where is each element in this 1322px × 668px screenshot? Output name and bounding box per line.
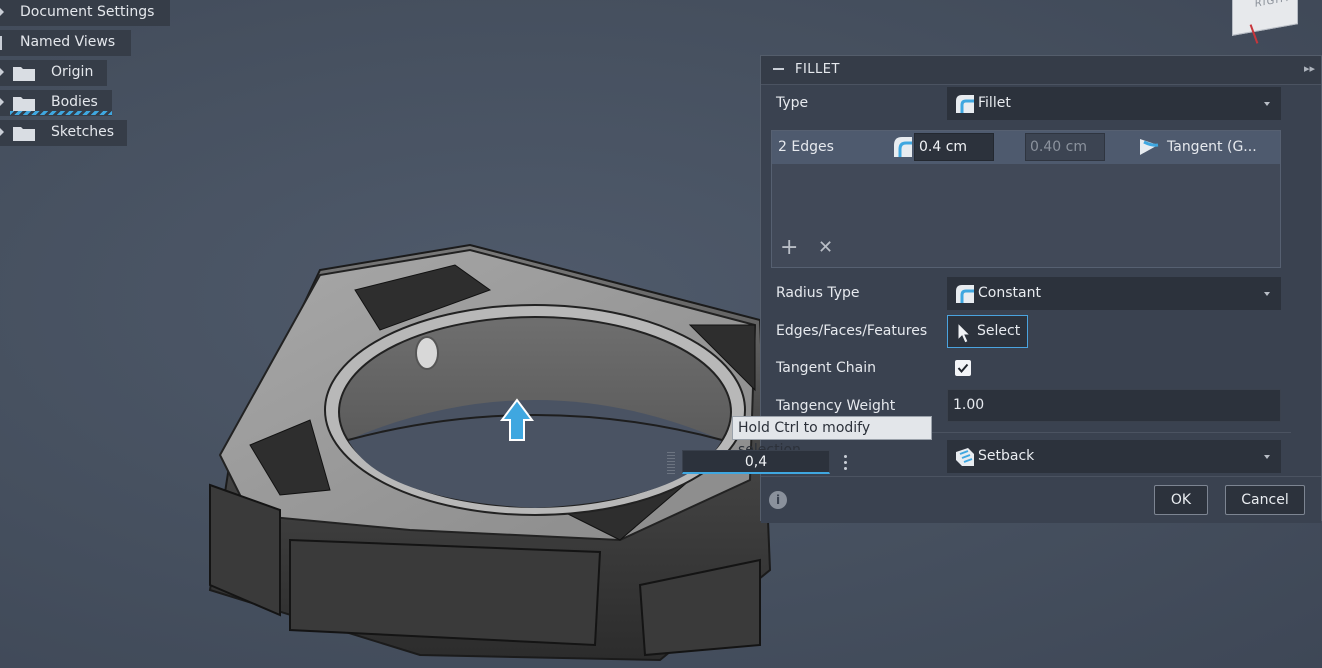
- browser-item-document-settings[interactable]: Document Settings: [0, 0, 170, 26]
- tangency-weight-value: 1.00: [953, 397, 985, 413]
- browser-item-label: Sketches: [51, 124, 115, 140]
- collapse-icon[interactable]: [773, 68, 784, 70]
- edge-set-label: 2 Edges: [778, 139, 834, 155]
- browser-item-named-views[interactable]: Named Views: [0, 30, 131, 56]
- warning-underline: [10, 111, 112, 115]
- add-icon[interactable]: +: [780, 237, 798, 259]
- heads-up-radius-input[interactable]: 0,4: [682, 450, 830, 474]
- edge-set-row[interactable]: 2 Edges 0.4 cm 0.40 cm Tangent (G...: [772, 131, 1280, 164]
- radius-secondary-input[interactable]: 0.40 cm: [1025, 133, 1105, 161]
- browser-item-label: Named Views: [20, 34, 116, 50]
- expand-panel-icon[interactable]: ▸▸: [1304, 62, 1315, 75]
- chevron-down-icon: [1264, 455, 1270, 459]
- checkmark-icon: [957, 363, 969, 374]
- browser-item-label: Bodies: [51, 94, 98, 110]
- expand-caret-icon[interactable]: [0, 98, 4, 106]
- edges-faces-label: Edges/Faces/Features: [776, 323, 928, 339]
- browser-item-bodies[interactable]: Bodies: [0, 90, 112, 116]
- type-dropdown[interactable]: Fillet: [947, 87, 1281, 120]
- select-label: Select: [977, 323, 1021, 339]
- radius-type-label: Radius Type: [776, 285, 860, 301]
- browser-item-origin[interactable]: Origin: [0, 60, 107, 86]
- expand-caret-icon[interactable]: [0, 68, 4, 76]
- fillet-dialog: FILLET ▸▸ Type Fillet 2 Edges 0.4 cm 0.4…: [760, 55, 1322, 523]
- select-button[interactable]: Select: [947, 315, 1028, 348]
- corner-type-value: Setback: [978, 448, 1035, 464]
- fillet-header[interactable]: FILLET ▸▸: [761, 56, 1321, 85]
- info-icon[interactable]: i: [769, 491, 787, 509]
- delete-icon[interactable]: ✕: [818, 237, 833, 259]
- browser-item-sketches[interactable]: Sketches: [0, 120, 127, 146]
- type-value: Fillet: [978, 95, 1011, 111]
- chevron-down-icon: [1264, 292, 1270, 296]
- dialog-footer: i OK Cancel: [761, 476, 1321, 523]
- fillet-radius-icon: [894, 137, 912, 157]
- viewcube-face-label: RIGHT: [1254, 0, 1291, 10]
- browser-item-label: Document Settings: [20, 4, 155, 20]
- continuity-value[interactable]: Tangent (G...: [1167, 139, 1257, 155]
- folder-icon: [13, 127, 35, 141]
- constant-radius-icon: [956, 285, 974, 303]
- dialog-title: FILLET: [795, 62, 840, 77]
- tangent-chain-label: Tangent Chain: [776, 360, 876, 376]
- folder-icon: [13, 67, 35, 81]
- radius-input[interactable]: 0.4 cm: [914, 133, 994, 161]
- more-options-icon[interactable]: [842, 453, 848, 473]
- radius-type-value: Constant: [978, 285, 1041, 301]
- type-label: Type: [776, 95, 809, 111]
- tangent-continuity-icon: [1140, 139, 1159, 155]
- tangency-weight-label: Tangency Weight: [776, 398, 896, 414]
- radius-type-dropdown[interactable]: Constant: [947, 277, 1281, 310]
- expand-caret-icon[interactable]: [0, 36, 2, 50]
- expand-caret-icon[interactable]: [0, 128, 4, 136]
- tangency-weight-input[interactable]: 1.00: [947, 389, 1281, 422]
- ok-button[interactable]: OK: [1154, 485, 1208, 515]
- corner-type-dropdown[interactable]: Setback: [947, 440, 1281, 473]
- expand-caret-icon[interactable]: [0, 8, 4, 16]
- chevron-down-icon: [1264, 102, 1270, 106]
- edges-selection-list: 2 Edges 0.4 cm 0.40 cm Tangent (G... + ✕: [771, 130, 1281, 268]
- setback-icon: [956, 448, 974, 466]
- folder-icon: [13, 97, 35, 111]
- browser-item-label: Origin: [51, 64, 94, 80]
- tangent-chain-checkbox[interactable]: [955, 360, 971, 376]
- selection-tooltip: Hold Ctrl to modify selection: [732, 416, 932, 458]
- drag-handle[interactable]: [667, 450, 675, 474]
- fillet-icon: [956, 95, 974, 113]
- cancel-button[interactable]: Cancel: [1225, 485, 1305, 515]
- cursor-arrow-icon: [957, 322, 972, 344]
- viewcube[interactable]: RIGHT: [1232, 0, 1298, 36]
